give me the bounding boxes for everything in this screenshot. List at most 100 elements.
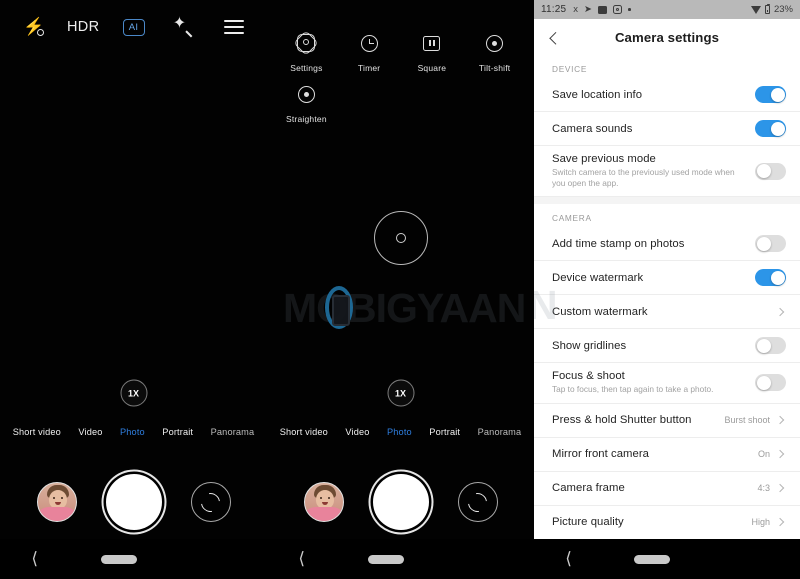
- android-navbar-right: ⟨: [534, 539, 800, 579]
- back-icon-3[interactable]: ⟨: [565, 550, 572, 567]
- toggle-show-gridlines[interactable]: [755, 337, 786, 355]
- chevron-right-icon: [775, 483, 785, 493]
- section-divider: [534, 197, 800, 205]
- menu-item-straighten[interactable]: Straighten: [275, 73, 338, 124]
- setting-row-focus-and-shoot[interactable]: Focus & shoot Tap to focus, then tap aga…: [534, 363, 800, 404]
- nav-spacer-2: [467, 555, 503, 564]
- chevron-right-icon: [775, 517, 785, 527]
- battery-percent-label: 23%: [773, 4, 793, 15]
- setting-row-add-time-stamp[interactable]: Add time stamp on photos: [534, 227, 800, 262]
- menu-item-tilt-shift[interactable]: Tilt-shift: [463, 22, 526, 73]
- toggle-save-previous-mode[interactable]: [755, 162, 786, 180]
- setting-title: Custom watermark: [552, 305, 648, 318]
- status-bar: 11:25 x ➤ 23%: [534, 0, 800, 19]
- toggle-camera-sounds[interactable]: [755, 120, 786, 137]
- hdr-button[interactable]: HDR: [66, 12, 100, 42]
- tilt-shift-icon: [484, 32, 506, 54]
- menu-item-square-label: Square: [417, 63, 447, 73]
- setting-row-custom-watermark[interactable]: Custom watermark: [534, 295, 800, 330]
- mode-tab-photo-2[interactable]: Photo: [378, 427, 420, 437]
- setting-value: Burst shoot: [724, 415, 770, 426]
- ai-toggle-button[interactable]: AI: [117, 12, 151, 42]
- menu-item-timer-label: Timer: [357, 63, 381, 73]
- shutter-button[interactable]: [105, 474, 162, 530]
- page-title: Camera settings: [614, 29, 720, 45]
- zoom-level-badge-middle[interactable]: 1X: [387, 379, 414, 407]
- toggle-focus-and-shoot[interactable]: [755, 374, 786, 392]
- mode-tab-short-video-2[interactable]: Short video: [271, 427, 337, 437]
- switch-camera-icon-2[interactable]: [457, 482, 498, 522]
- back-icon[interactable]: ⟨: [31, 550, 38, 567]
- gear-icon: [293, 30, 320, 56]
- mode-tab-video-2[interactable]: Video: [337, 427, 379, 437]
- setting-title: Device watermark: [552, 271, 644, 284]
- mode-tab-portrait[interactable]: Portrait: [154, 427, 202, 437]
- menu-item-square[interactable]: Square: [401, 22, 464, 73]
- mode-tab-short-video[interactable]: Short video: [4, 427, 70, 437]
- instagram-icon: [613, 5, 623, 14]
- mode-tab-portrait-2[interactable]: Portrait: [421, 427, 469, 437]
- mode-tab-photo[interactable]: Photo: [111, 427, 153, 437]
- camera-panel-left: ⚡ HDR AI ✦ 1X Short video Video Photo Po…: [0, 0, 267, 579]
- setting-title: Press & hold Shutter button: [552, 414, 692, 427]
- setting-title: Save previous mode: [552, 153, 656, 165]
- section-header-device: DEVICE: [552, 64, 588, 74]
- zoom-level-badge[interactable]: 1X: [120, 379, 147, 407]
- camera-panel-middle: Settings Timer Square Tilt-shift Straigh…: [267, 0, 534, 579]
- straighten-icon: [295, 83, 317, 105]
- mode-tab-panorama-2[interactable]: Panorama: [469, 427, 530, 437]
- settings-header: Camera settings: [534, 19, 800, 55]
- setting-row-picture-quality[interactable]: Picture quality High: [534, 505, 800, 539]
- toggle-device-watermark[interactable]: [755, 269, 786, 287]
- ai-label: AI: [128, 21, 139, 33]
- status-bar-clock: 11:25: [541, 4, 567, 15]
- setting-title: Save location info: [552, 88, 643, 101]
- hdr-label: HDR: [66, 19, 100, 35]
- setting-row-press-hold-shutter[interactable]: Press & hold Shutter button Burst shoot: [534, 403, 800, 438]
- home-pill[interactable]: [100, 554, 137, 564]
- status-bar-system-icons: 23%: [750, 3, 793, 15]
- toggle-save-location-info[interactable]: [755, 86, 786, 103]
- gallery-thumbnail-2[interactable]: [303, 482, 344, 522]
- screenshot-root: ⚡ HDR AI ✦ 1X Short video Video Photo Po…: [0, 0, 800, 579]
- beauty-magic-icon[interactable]: ✦: [167, 12, 201, 42]
- wifi-icon: [750, 5, 761, 14]
- chevron-right-icon: [775, 415, 785, 425]
- mode-tab-video[interactable]: Video: [70, 427, 112, 437]
- android-navbar-left: ⟨: [0, 539, 267, 579]
- setting-row-device-watermark[interactable]: Device watermark: [534, 261, 800, 296]
- chevron-right-icon: [775, 307, 785, 317]
- flash-off-icon[interactable]: ⚡: [16, 12, 50, 42]
- flash-off-dot: [37, 29, 44, 36]
- setting-row-save-previous-mode[interactable]: Save previous mode Switch camera to the …: [534, 146, 800, 198]
- nav-spacer-3: [733, 555, 769, 564]
- home-pill-2[interactable]: [367, 554, 404, 564]
- setting-value: On: [757, 449, 770, 460]
- gallery-thumbnail[interactable]: [36, 482, 77, 522]
- home-pill-3[interactable]: [634, 554, 671, 564]
- toggle-add-time-stamp[interactable]: [755, 235, 786, 253]
- hamburger-menu-icon[interactable]: [217, 12, 251, 42]
- ai-icon: AI: [122, 18, 145, 36]
- setting-value: High: [751, 517, 770, 528]
- setting-row-mirror-front-camera[interactable]: Mirror front camera On: [534, 437, 800, 472]
- magic-star-glyph: ✦: [172, 15, 187, 32]
- camera-top-toolbar: ⚡ HDR AI ✦: [0, 0, 267, 54]
- setting-row-show-gridlines[interactable]: Show gridlines: [534, 329, 800, 364]
- camera-shutter-bar-left: [0, 466, 267, 538]
- switch-camera-icon[interactable]: [190, 482, 231, 522]
- settings-list[interactable]: DEVICE Save location info Camera sounds …: [534, 55, 800, 539]
- menu-item-tilt-shift-label: Tilt-shift: [478, 63, 511, 73]
- focus-ring-indicator[interactable]: [373, 211, 428, 265]
- menu-item-settings[interactable]: Settings: [275, 22, 338, 73]
- lightning-app-icon: x: [573, 3, 579, 15]
- setting-title: Camera frame: [552, 482, 625, 495]
- mode-tab-panorama[interactable]: Panorama: [202, 427, 263, 437]
- setting-title: Camera sounds: [552, 122, 633, 135]
- menu-item-timer[interactable]: Timer: [338, 22, 401, 73]
- setting-row-camera-frame[interactable]: Camera frame 4:3: [534, 471, 800, 506]
- back-icon-2[interactable]: ⟨: [298, 550, 305, 567]
- shutter-button-2[interactable]: [372, 474, 429, 530]
- setting-row-camera-sounds[interactable]: Camera sounds: [534, 112, 800, 146]
- setting-row-save-location-info[interactable]: Save location info: [534, 78, 800, 112]
